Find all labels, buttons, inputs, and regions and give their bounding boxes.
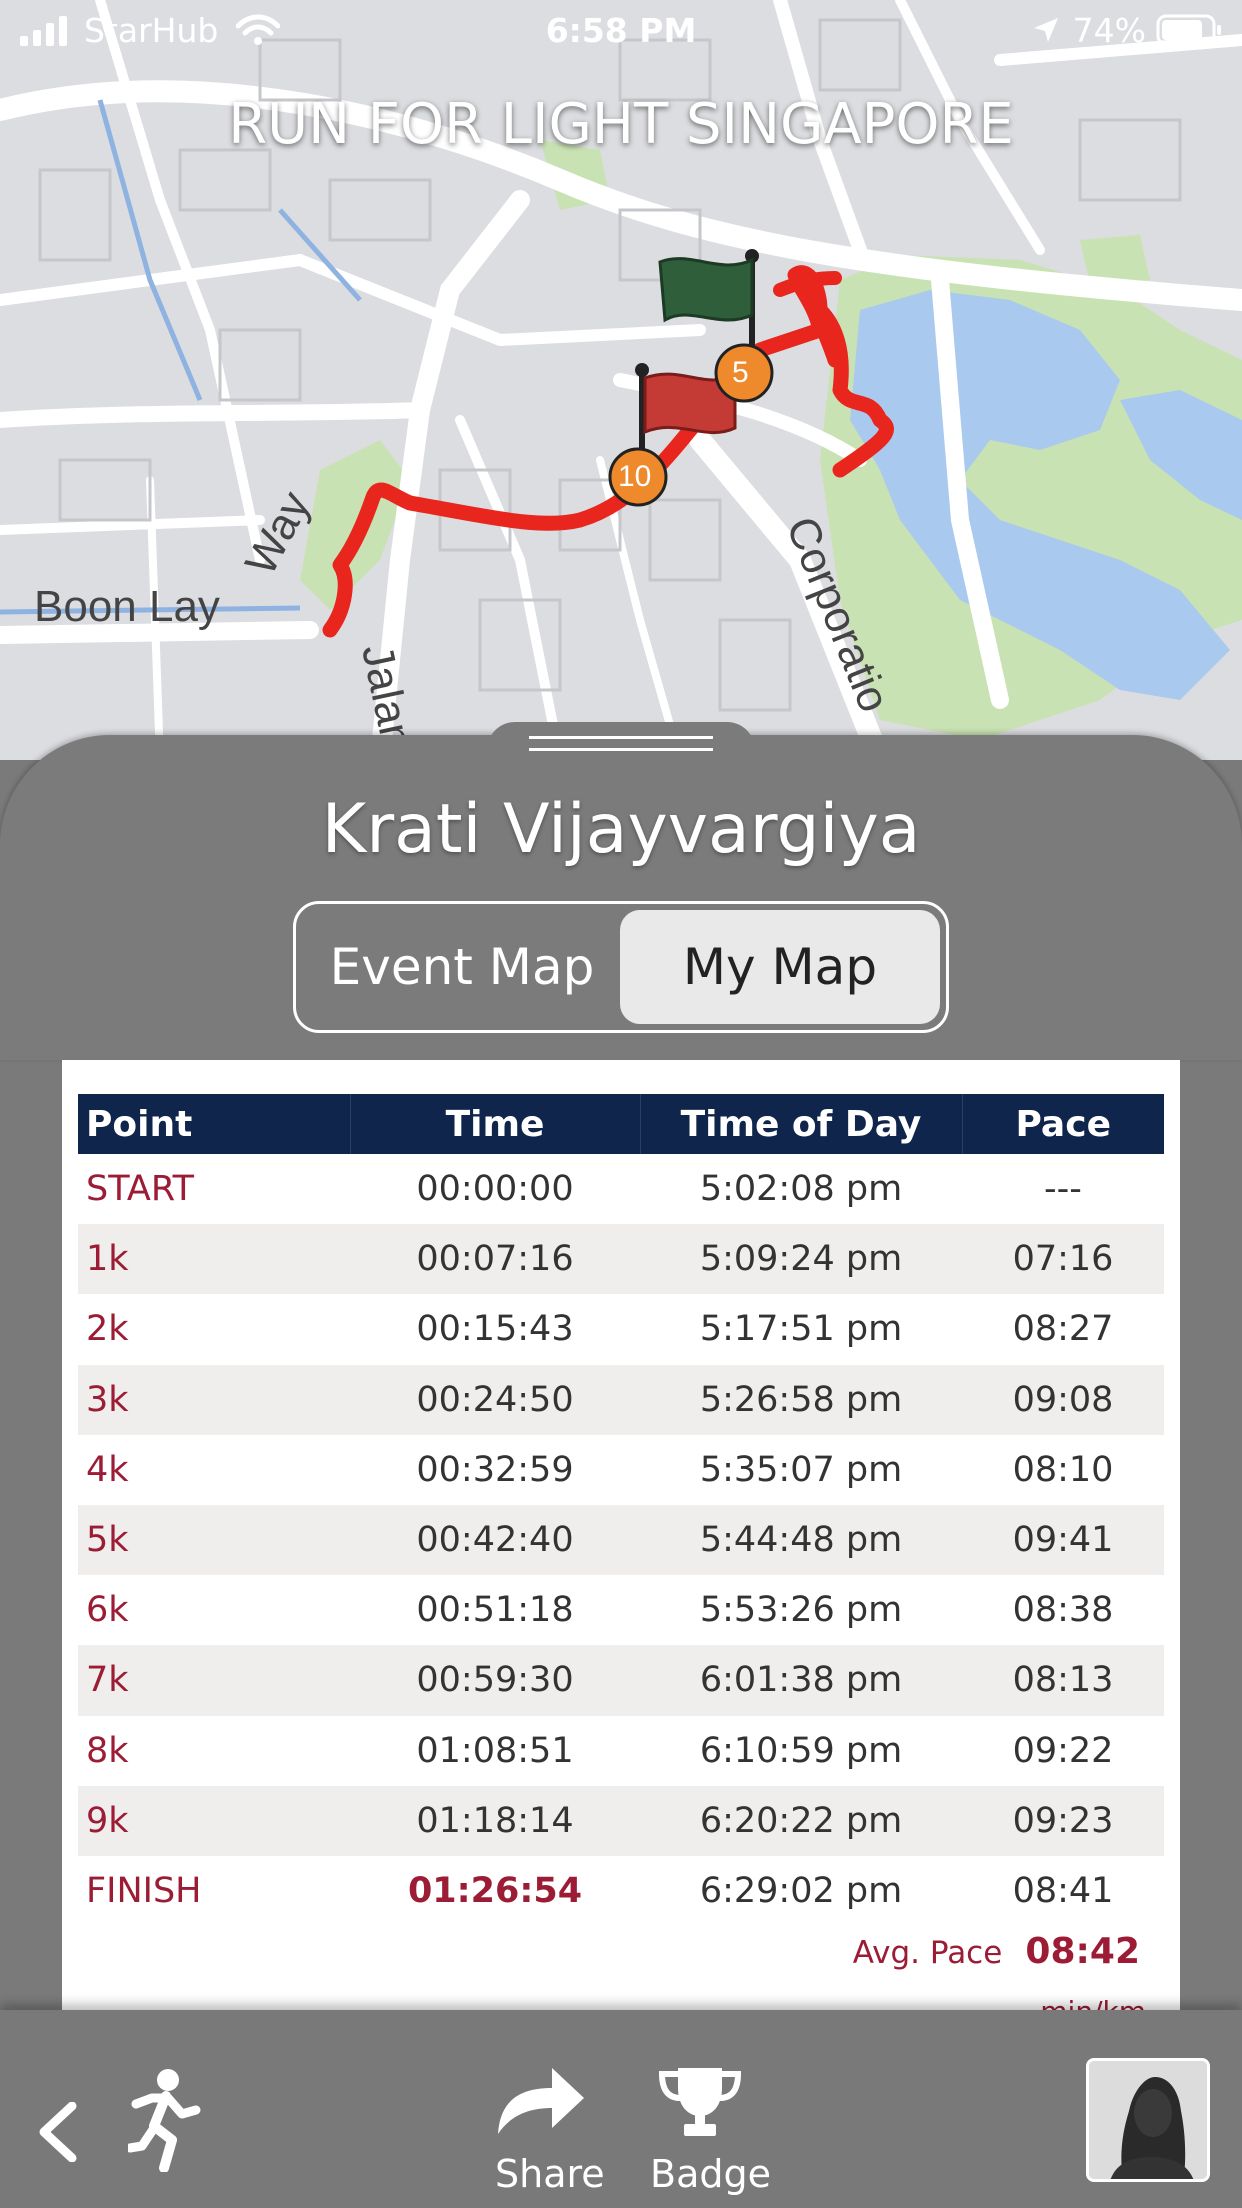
profile-avatar[interactable] [1086,2058,1210,2182]
cell-pace: 09:08 [962,1364,1164,1435]
cell-point: 1k [78,1224,350,1295]
cell-pace: 08:27 [1012,1309,1114,1350]
average-pace: Avg. Pace 08:42 [853,1931,1140,1972]
trophy-icon [658,2068,742,2136]
cell-time-of-day: 5:09:24 pm [640,1224,962,1295]
column-header-time-of-day: Time of Day [640,1094,963,1154]
cell-time: 01:08:51 [416,1730,574,1771]
column-header-time: Time [350,1094,641,1154]
cell-point: FINISH [86,1870,202,1911]
cell-pace: 08:41 [1012,1870,1114,1911]
cell-point: 8k [86,1730,129,1771]
runner-icon[interactable] [128,2068,202,2172]
runner-name: Krati Vijayvargiya [321,790,921,869]
cell-time: 01:18:14 [350,1785,640,1856]
table-row: 3k 00:24:50 5:26:58 pm 09:08 [78,1364,1164,1435]
table-row: 2k 00:15:43 5:17:51 pm 08:27 [78,1294,1164,1364]
table-row: 9k 01:18:14 6:20:22 pm 09:23 [78,1785,1164,1856]
cell-time-of-day: 6:01:38 pm [640,1645,962,1716]
cell-time: 00:07:16 [350,1224,640,1295]
cell-point: 9k [78,1785,350,1856]
cell-pace: --- [1044,1169,1082,1210]
cell-time: 00:59:30 [350,1645,640,1716]
cell-pace: 07:16 [962,1224,1164,1295]
table-row: 4k 00:32:59 5:35:07 pm 08:10 [78,1435,1164,1505]
cell-pace: 08:10 [1012,1449,1114,1490]
cell-point: 4k [86,1449,129,1490]
table-row: 8k 01:08:51 6:10:59 pm 09:22 [78,1716,1164,1786]
cell-pace: 09:41 [962,1504,1164,1576]
badge-button[interactable]: Badge [640,2050,771,2200]
cell-time: 00:32:59 [416,1449,574,1490]
cell-time: 00:24:50 [350,1364,640,1435]
column-header-point: Point [78,1094,351,1154]
cell-pace: 09:23 [962,1785,1164,1856]
cell-time-of-day: 6:10:59 pm [699,1730,903,1771]
cell-time-of-day: 6:20:22 pm [640,1785,962,1856]
table-row: 6k 00:51:18 5:53:26 pm 08:38 [78,1575,1164,1645]
share-label: Share [495,2152,605,2196]
sheet-drag-handle[interactable] [487,722,755,772]
street-label-boon-lay: Boon Lay [34,582,220,631]
table-row: 7k 00:59:30 6:01:38 pm 08:13 [78,1645,1164,1716]
cell-time: 00:15:43 [416,1309,574,1350]
splits-card: Point Time Time of Day Pace START 00:00:… [62,1060,1180,2010]
cell-point: 7k [78,1645,350,1716]
cell-time-finish: 01:26:54 [407,1870,583,1911]
cell-time: 00:00:00 [416,1169,574,1210]
table-row: FINISH 01:26:54 6:29:02 pm 08:41 [78,1856,1164,1926]
tab-event-map[interactable]: Event Map [302,910,622,1024]
cell-time: 00:51:18 [416,1590,574,1631]
cell-time-of-day: 5:02:08 pm [699,1169,903,1210]
cell-time-of-day: 6:29:02 pm [699,1870,903,1911]
table-header-row: Point Time Time of Day Pace [78,1094,1164,1154]
chevron-left-icon[interactable] [36,2102,80,2162]
battery-icon [1156,14,1221,46]
cell-pace: 08:38 [1012,1590,1114,1631]
cell-time-of-day: 5:35:07 pm [699,1449,903,1490]
battery-percent: 74% [1072,11,1146,50]
map-toggle: Event Map My Map [293,901,949,1033]
table-row: 1k 00:07:16 5:09:24 pm 07:16 [78,1224,1164,1295]
route-map[interactable]: 5 10 Boon Lay Way Jalan Corporatio RUN F… [0,0,1242,760]
cell-time-of-day: 5:17:51 pm [699,1309,903,1350]
status-bar: StarHub 6:58 PM 74% [0,0,1242,62]
marker-label-10: 10 [618,460,652,493]
table-row: START 00:00:00 5:02:08 pm --- [78,1154,1164,1224]
cell-time-of-day: 5:44:48 pm [640,1504,962,1576]
cell-point: 6k [86,1590,129,1631]
location-arrow-icon [1034,18,1058,42]
column-header-pace: Pace [962,1094,1164,1154]
cell-time: 00:42:40 [350,1504,640,1576]
average-pace-unit: min/km [1040,1995,1146,2010]
cell-pace: 09:22 [1012,1730,1114,1771]
share-button[interactable]: Share [480,2050,605,2200]
marker-label-5: 5 [732,356,749,389]
cell-time-of-day: 5:53:26 pm [699,1590,903,1631]
average-pace-value: 08:42 [1025,1931,1140,1972]
cell-time-of-day: 5:26:58 pm [640,1364,962,1435]
badge-label: Badge [650,2152,771,2196]
cell-point: 5k [78,1504,350,1576]
tab-my-map[interactable]: My Map [620,910,940,1024]
event-title: RUN FOR LIGHT SINGAPORE [228,92,1014,157]
table-row: 5k 00:42:40 5:44:48 pm 09:41 [78,1504,1164,1576]
avatar-silhouette-icon [1089,2061,1207,2179]
bottom-toolbar: Share Badge [0,2010,1242,2208]
cell-pace: 08:13 [962,1645,1164,1716]
average-pace-label: Avg. Pace [852,1935,1003,1971]
share-arrow-icon [498,2068,584,2134]
cell-point: START [86,1169,194,1210]
splits-table: Point Time Time of Day Pace START 00:00:… [78,1094,1164,1926]
cell-point: 3k [78,1364,350,1435]
cell-point: 2k [86,1309,129,1350]
